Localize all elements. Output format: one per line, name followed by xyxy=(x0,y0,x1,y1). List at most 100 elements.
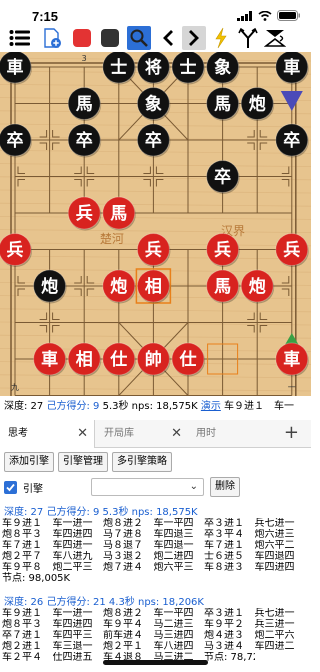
piece-label: 卒 xyxy=(145,130,162,151)
status-icons xyxy=(237,10,301,21)
red-piece[interactable]: 兵 xyxy=(0,233,32,268)
engine-info-bar: 深度: 27 己方得分: 9 5.3秒 nps: 18,575K 演示 车９进１… xyxy=(0,397,311,417)
engine-select[interactable]: ⌄ xyxy=(91,478,204,496)
analysis-block: 深度: 27 己方得分: 9 5.3秒 nps: 18,575K 车９进１ 车一进… xyxy=(0,507,311,584)
new-file-icon[interactable] xyxy=(40,26,64,50)
piece-label: 卒 xyxy=(76,130,93,151)
piece-label: 士 xyxy=(110,57,127,78)
river-label: 楚河 xyxy=(100,232,124,246)
analysis-head: 深度: 26 己方得分: 21 4.3秒 nps: 18,206K xyxy=(4,597,204,608)
engine-row: 引擎 ⌄ 删除 xyxy=(0,477,311,497)
piece-label: 馬 xyxy=(214,277,231,297)
piece-label: 車 xyxy=(41,349,58,370)
piece-label: 兵 xyxy=(145,240,162,261)
analysis-block: 深度: 26 己方得分: 21 4.3秒 nps: 18,206K 车９进１ 车一… xyxy=(0,597,311,663)
piece-label: 象 xyxy=(214,57,231,78)
piece-label: 車 xyxy=(7,57,24,78)
piece-label: 仕 xyxy=(109,349,127,370)
pv-row: 炮８平３ 车四进四 车９平４ 马二进三 车９平２ 兵三进一 xyxy=(2,619,295,630)
multi-engine-button[interactable]: 多引擎策略 xyxy=(112,452,172,472)
pv-preview: 车９进１ 车一 xyxy=(224,401,295,412)
tab-time-label: 用时 xyxy=(196,428,216,439)
tab-thinking[interactable]: 思考 ✕ xyxy=(0,420,95,448)
file-label: 3 xyxy=(82,54,87,63)
piece-label: 馬 xyxy=(110,204,127,224)
next-icon[interactable] xyxy=(182,26,206,50)
piece-label: 士 xyxy=(180,57,197,78)
engine-label: 引擎 xyxy=(23,483,43,495)
piece-label: 馬 xyxy=(214,95,231,115)
prev-icon[interactable] xyxy=(156,26,180,50)
piece-label: 車 xyxy=(283,349,300,370)
piece-label: 卒 xyxy=(283,130,300,151)
pv-row: 车９进１ 车一进一 炮８进２ 车一平四 卒３进１ 兵七进一 xyxy=(2,608,295,619)
pv-row: 车７进１ 车四进一 马８退７ 车四退一 车７进１ 炮六平二 xyxy=(2,540,295,551)
time-text: 5.3秒 xyxy=(102,401,129,412)
black-square-icon[interactable] xyxy=(98,26,122,50)
pv-row: 炮８平３ 车四进四 马７进８ 车四退三 卒３平４ 炮六进三 xyxy=(2,529,295,540)
tab-time[interactable]: 用时 xyxy=(188,420,268,448)
piece-label: 象 xyxy=(145,94,162,115)
pv-row: 卒７进１ 车四平三 前车进４ 马三进四 炮４进３ 炮二平六 xyxy=(2,630,295,641)
piece-label: 兵 xyxy=(283,240,300,261)
piece-label: 相 xyxy=(145,276,162,297)
nodes-text: 节点: 98,005K xyxy=(2,573,71,584)
menu-icon[interactable] xyxy=(8,26,32,50)
tab-opening-book[interactable]: 开局库 ✕ xyxy=(96,420,188,448)
xiangqi-board[interactable]: 13579九一楚河汉界 車士将士象車馬象馬炮卒卒卒卒卒兵馬兵兵兵兵炮炮相馬炮車相… xyxy=(0,50,312,401)
piece-label: 兵 xyxy=(214,240,231,261)
engine-checkbox[interactable] xyxy=(4,480,17,494)
demo-link[interactable]: 演示 xyxy=(201,401,221,412)
piece-label: 炮 xyxy=(41,276,58,297)
tab-opening-book-label: 开局库 xyxy=(104,428,134,439)
clock: 7:15 xyxy=(32,9,59,24)
search-icon[interactable] xyxy=(127,26,151,50)
piece-label: 炮 xyxy=(249,276,266,297)
pv-row: 炮２进１ 车三退一 炮２平１ 车八进四 马３进４ 车四进二 xyxy=(2,641,295,652)
pv-row: 车９平８ 炮二平三 炮７进４ 炮六平三 车８进３ 车四进四 xyxy=(2,562,295,573)
signal-icon xyxy=(237,10,252,21)
pv-row: 车９进１ 车一进一 炮８进２ 车一平四 卒３进１ 兵七进一 xyxy=(2,518,295,529)
engine-button-row: 添加引擎 引擎管理 多引擎策略 xyxy=(4,452,172,472)
piece-label: 車 xyxy=(283,57,300,78)
lightning-icon[interactable] xyxy=(209,26,233,50)
delete-button[interactable]: 删除 xyxy=(210,477,240,497)
flip-icon[interactable] xyxy=(263,26,287,50)
tab-thinking-label: 思考 xyxy=(8,428,28,439)
pv-row: 炮２平７ 车八进九 马３退２ 炮二进四 士６进５ 车四退四 xyxy=(2,551,295,562)
close-icon[interactable]: ✕ xyxy=(77,420,88,448)
piece-label: 炮 xyxy=(110,276,127,297)
wifi-icon xyxy=(258,10,272,21)
status-bar: 7:15 xyxy=(0,0,311,24)
black-piece[interactable]: 車 xyxy=(0,50,32,85)
depth-text: 深度: 27 xyxy=(4,401,44,412)
piece-label: 炮 xyxy=(249,94,266,115)
piece-label: 卒 xyxy=(214,167,231,188)
piece-label: 帥 xyxy=(145,349,162,370)
add-tab-icon[interactable]: + xyxy=(284,422,299,443)
add-engine-button[interactable]: 添加引擎 xyxy=(4,452,54,472)
branch-icon[interactable] xyxy=(236,26,260,50)
piece-label: 兵 xyxy=(7,240,24,261)
piece-label: 馬 xyxy=(76,95,93,115)
close-icon[interactable]: ✕ xyxy=(171,420,182,448)
piece-label: 兵 xyxy=(76,203,93,224)
file-label: 九 xyxy=(11,383,19,392)
piece-label: 仕 xyxy=(179,349,197,370)
analysis-head: 深度: 27 己方得分: 9 5.3秒 nps: 18,575K xyxy=(4,507,198,518)
panel-tabs: 思考 ✕ 开局库 ✕ 用时 + xyxy=(0,420,311,448)
piece-label: 将 xyxy=(145,57,162,78)
score-text: 己方得分: 9 xyxy=(46,401,100,412)
piece-label: 卒 xyxy=(7,130,24,151)
toolbar xyxy=(0,24,311,52)
nps-text: nps: 18,575K xyxy=(131,401,198,412)
battery-icon xyxy=(277,10,300,21)
piece-label: 相 xyxy=(76,349,93,370)
chevron-down-icon: ⌄ xyxy=(189,481,198,492)
checkmark-icon xyxy=(6,483,15,491)
home-indicator xyxy=(103,660,208,665)
black-piece[interactable]: 卒 xyxy=(0,123,32,158)
manage-engine-button[interactable]: 引擎管理 xyxy=(58,452,108,472)
file-label: 一 xyxy=(288,383,296,392)
red-square-icon[interactable] xyxy=(70,26,94,50)
